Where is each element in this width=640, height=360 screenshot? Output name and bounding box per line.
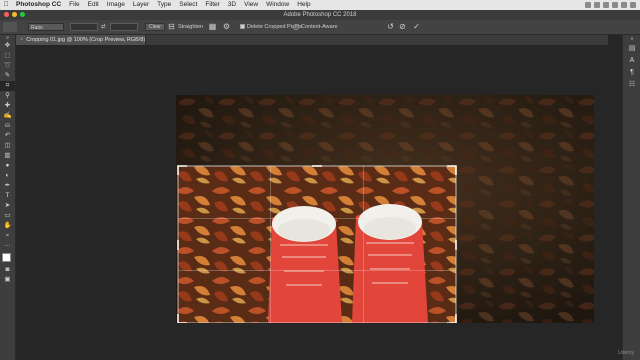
eraser-tool-icon[interactable]: ◫ — [0, 141, 15, 151]
status-icon[interactable] — [621, 2, 627, 8]
menu-help[interactable]: Help — [293, 0, 314, 10]
eyedropper-tool-icon[interactable]: ⚲ — [0, 91, 15, 101]
watermark-logo: Udemy — [618, 350, 634, 356]
canvas-photo[interactable] — [176, 95, 594, 323]
cancel-icon[interactable]: ⊘ — [398, 22, 407, 31]
clear-button[interactable]: Clear — [145, 23, 165, 31]
paragraph-panel-icon[interactable]: ¶ — [623, 67, 640, 79]
options-bar: Ratio ⇄ Clear ⊟ Straighten ▦ ⚙ Delete Cr… — [0, 20, 640, 35]
minimize-window-button[interactable] — [12, 12, 17, 17]
menu-select[interactable]: Select — [175, 0, 201, 10]
menu-edit[interactable]: Edit — [84, 0, 103, 10]
content-aware-label: Content-Aware — [301, 24, 338, 30]
commit-check-icon[interactable]: ✓ — [412, 22, 421, 31]
close-icon[interactable]: × — [20, 37, 23, 43]
crop-preset-tool-icon[interactable] — [3, 22, 17, 32]
status-icon[interactable] — [603, 2, 609, 8]
menu-file[interactable]: File — [65, 0, 83, 10]
more-tools-icon[interactable]: ··· — [0, 241, 15, 251]
clone-stamp-tool-icon[interactable]: ⛀ — [0, 121, 15, 131]
history-panel-icon[interactable]: ▤ — [623, 43, 640, 55]
blur-tool-icon[interactable]: ● — [0, 161, 15, 171]
straighten-icon[interactable]: ⊟ — [167, 22, 176, 31]
delete-cropped-checkbox[interactable] — [240, 24, 245, 29]
status-icon[interactable] — [612, 2, 618, 8]
healing-brush-tool-icon[interactable]: ✚ — [0, 101, 15, 111]
apple-icon[interactable]:  — [0, 0, 12, 10]
panel-dock: « ▤ A ¶ ☷ — [622, 35, 640, 360]
status-icon[interactable] — [594, 2, 600, 8]
tab-bar — [146, 35, 608, 45]
status-icon[interactable] — [630, 2, 636, 8]
menu-3d[interactable]: 3D — [224, 0, 240, 10]
menu-window[interactable]: Window — [262, 0, 293, 10]
brush-tool-icon[interactable]: ✍ — [0, 111, 15, 121]
status-icons — [585, 0, 636, 8]
content-aware-checkbox[interactable] — [293, 24, 299, 30]
close-window-button[interactable] — [4, 12, 9, 17]
gradient-tool-icon[interactable]: ▥ — [0, 151, 15, 161]
document-tab-title: Cropping 01.jpg @ 100% (Crop Preview, RG… — [26, 37, 149, 43]
marquee-tool-icon[interactable]: ⬚ — [0, 51, 15, 61]
screen-mode-icon[interactable]: ▣ — [0, 275, 15, 285]
window-title: Adobe Photoshop CC 2018 — [283, 12, 357, 18]
collapse-icon[interactable]: « — [623, 35, 640, 43]
menu-type[interactable]: Type — [153, 0, 175, 10]
menu-filter[interactable]: Filter — [201, 0, 223, 10]
menu-app[interactable]: Photoshop CC — [12, 0, 65, 10]
menu-image[interactable]: Image — [103, 0, 129, 10]
menu-layer[interactable]: Layer — [129, 0, 153, 10]
menu-view[interactable]: View — [240, 0, 262, 10]
straighten-label[interactable]: Straighten — [178, 23, 203, 31]
path-select-tool-icon[interactable]: ➤ — [0, 201, 15, 211]
history-brush-tool-icon[interactable]: ↶ — [0, 131, 15, 141]
lasso-tool-icon[interactable]: ➰ — [0, 61, 15, 71]
gear-icon[interactable]: ⚙ — [222, 22, 231, 31]
swap-icon[interactable]: ⇄ — [101, 23, 106, 31]
crop-ratio-dropdown[interactable]: Ratio — [28, 23, 64, 31]
character-panel-icon[interactable]: A — [623, 55, 640, 67]
tools-panel: » ✥ ⬚ ➰ ✎ ⌗ ⚲ ✚ ✍ ⛀ ↶ ◫ ▥ ● ◐ ✒ T ➤ ▭ ✋ … — [0, 35, 16, 360]
dodge-tool-icon[interactable]: ◐ — [0, 171, 15, 181]
crop-tool-icon[interactable]: ⌗ — [0, 81, 15, 91]
left-sneaker — [268, 206, 342, 323]
properties-panel-icon[interactable]: ☷ — [623, 79, 640, 91]
overlay-grid-icon[interactable]: ▦ — [208, 22, 217, 31]
rectangle-tool-icon[interactable]: ▭ — [0, 211, 15, 221]
menu-bar:  Photoshop CC File Edit Image Layer Typ… — [0, 0, 640, 10]
crop-height-input[interactable] — [110, 23, 138, 31]
hand-tool-icon[interactable]: ✋ — [0, 221, 15, 231]
quick-mask-icon[interactable]: ◙ — [0, 265, 15, 275]
window-controls — [4, 12, 25, 17]
status-icon[interactable] — [585, 2, 591, 8]
quick-select-tool-icon[interactable]: ✎ — [0, 71, 15, 81]
pen-tool-icon[interactable]: ✒ — [0, 181, 15, 191]
zoom-window-button[interactable] — [20, 12, 25, 17]
move-tool-icon[interactable]: ✥ — [0, 41, 15, 51]
document-tab[interactable]: × Cropping 01.jpg @ 100% (Crop Preview, R… — [16, 35, 149, 45]
crop-width-input[interactable] — [70, 23, 98, 31]
zoom-tool-icon[interactable]: ⌕ — [0, 231, 15, 241]
type-tool-icon[interactable]: T — [0, 191, 15, 201]
color-swatch-icon[interactable] — [0, 251, 15, 266]
reset-icon[interactable]: ↺ — [386, 22, 395, 31]
